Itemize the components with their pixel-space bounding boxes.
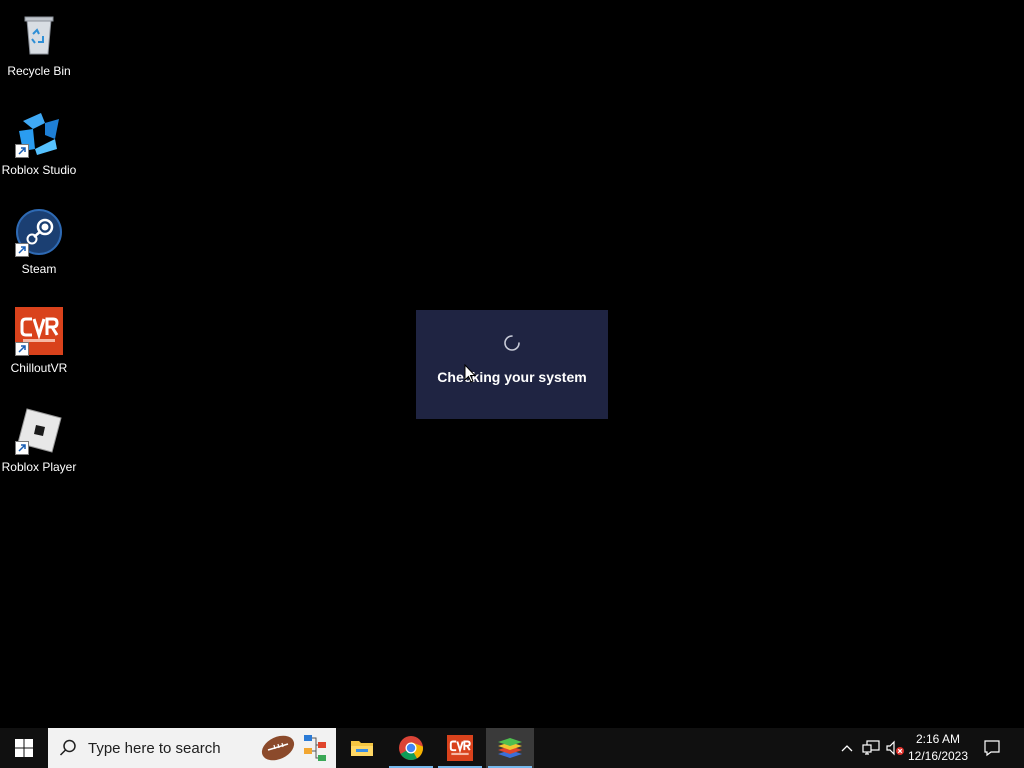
system-check-dialog: Checking your system (416, 310, 608, 419)
notification-icon (984, 740, 1000, 757)
mouse-cursor-icon (464, 363, 477, 384)
loading-message: Checking your system (437, 369, 587, 385)
show-hidden-icons-button[interactable] (838, 728, 856, 768)
taskbar-app-file-explorer[interactable] (338, 728, 386, 768)
roblox-studio-icon (15, 109, 63, 158)
search-input[interactable] (86, 738, 250, 758)
shortcut-arrow-icon (15, 342, 29, 356)
taskbar-app-chrome[interactable] (387, 728, 435, 768)
file-explorer-icon (351, 741, 373, 756)
chilloutvr-icon (447, 735, 473, 761)
chilloutvr-icon (15, 307, 63, 356)
desktop-icon-recycle-bin[interactable]: Recycle Bin (0, 4, 78, 94)
search-highlight-icon (260, 732, 330, 764)
volume-muted-icon (886, 740, 904, 756)
network-icon (862, 740, 880, 755)
chrome-icon (399, 736, 423, 761)
clock-time: 2:16 AM (915, 732, 961, 746)
start-button[interactable] (0, 728, 48, 768)
desktop-icon-label: Roblox Player (1, 460, 77, 474)
desktop-icon-label: Recycle Bin (7, 64, 71, 78)
desktop-icon-label: Steam (21, 262, 57, 276)
recycle-bin-icon (15, 10, 63, 58)
desktop-icon-roblox-player[interactable]: Roblox Player (0, 400, 78, 490)
roblox-player-icon (15, 406, 63, 455)
steam-icon (15, 208, 63, 257)
taskbar-search-box[interactable] (48, 728, 336, 768)
desktop-icon-label: ChilloutVR (10, 361, 68, 375)
taskbar: 2:16 AM 12/16/2023 (0, 728, 1024, 768)
taskbar-app-bluestacks[interactable] (486, 728, 534, 768)
search-icon (59, 739, 76, 756)
chevron-up-icon (841, 745, 853, 752)
shortcut-arrow-icon (15, 441, 29, 455)
clock-date: 12/16/2023 (907, 749, 969, 763)
taskbar-app-chilloutvr[interactable] (436, 728, 484, 768)
desktop: Recycle Bin Roblox Studio Steam Chillout… (0, 0, 1024, 728)
taskbar-clock[interactable]: 2:16 AM 12/16/2023 (906, 728, 970, 768)
volume-button[interactable] (884, 728, 906, 768)
desktop-icon-label: Roblox Studio (1, 163, 77, 177)
desktop-icon-roblox-studio[interactable]: Roblox Studio (0, 103, 78, 193)
loading-spinner-icon (503, 334, 521, 352)
shortcut-arrow-icon (15, 243, 29, 257)
shortcut-arrow-icon (15, 144, 29, 158)
action-center-button[interactable] (978, 728, 1006, 768)
network-button[interactable] (860, 728, 882, 768)
desktop-icon-chilloutvr[interactable]: ChilloutVR (0, 301, 78, 391)
bluestacks-icon (498, 738, 522, 758)
windows-logo-icon (15, 739, 33, 757)
desktop-icon-steam[interactable]: Steam (0, 202, 78, 292)
